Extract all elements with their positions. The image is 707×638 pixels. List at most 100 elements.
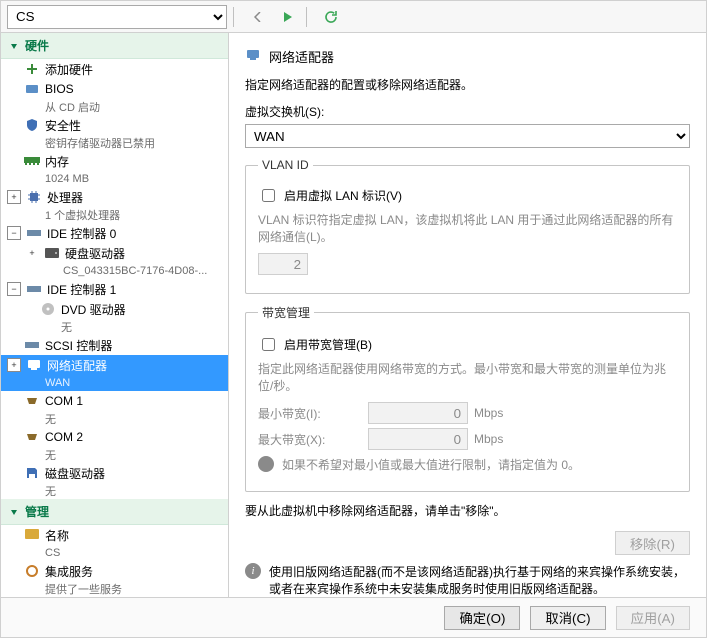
sidebar-item-memory[interactable]: 内存 bbox=[1, 151, 228, 171]
tree-expander-minus[interactable]: − bbox=[7, 282, 21, 296]
dvd-icon bbox=[39, 301, 57, 317]
max-bandwidth-unit: Mbps bbox=[474, 432, 503, 446]
sidebar-item-scsi[interactable]: SCSI 控制器 bbox=[1, 335, 228, 355]
toolbar: CS bbox=[1, 1, 706, 33]
sidebar-item-sub: CS bbox=[1, 545, 228, 561]
vlan-note: VLAN 标识符指定虚拟 LAN，该虚拟机将此 LAN 用于通过此网络适配器的所… bbox=[258, 211, 677, 245]
sidebar-item-label: 磁盘驱动器 bbox=[45, 465, 105, 482]
vm-selector[interactable]: CS bbox=[7, 5, 227, 29]
min-bandwidth-input[interactable] bbox=[368, 402, 468, 424]
sidebar-item-com1[interactable]: COM 1 bbox=[1, 391, 228, 411]
sidebar-item-floppy[interactable]: 磁盘驱动器 bbox=[1, 463, 228, 483]
sidebar-item-com2[interactable]: COM 2 bbox=[1, 427, 228, 447]
section-management[interactable]: 管理 bbox=[1, 499, 228, 525]
floppy-icon bbox=[23, 465, 41, 481]
sidebar-item-label: COM 1 bbox=[45, 394, 83, 408]
sidebar-item-label: SCSI 控制器 bbox=[45, 337, 112, 354]
sidebar-item-ide0[interactable]: − IDE 控制器 0 bbox=[1, 223, 228, 243]
section-expand-icon bbox=[9, 41, 19, 51]
vlan-enable-label: 启用虚拟 LAN 标识(V) bbox=[284, 187, 402, 204]
sidebar-item-label: COM 2 bbox=[45, 430, 83, 444]
min-bandwidth-unit: Mbps bbox=[474, 406, 503, 420]
vlan-enable-checkbox[interactable] bbox=[262, 189, 275, 202]
panel-description: 指定网络适配器的配置或移除网络适配器。 bbox=[245, 76, 690, 93]
add-hardware-icon bbox=[23, 61, 41, 77]
sidebar-item-label: IDE 控制器 0 bbox=[47, 225, 116, 242]
dialog-footer: 确定(O) 取消(C) 应用(A) bbox=[1, 597, 706, 637]
controller-icon bbox=[25, 225, 43, 241]
refresh-icon bbox=[324, 10, 338, 24]
panel-title: 网络适配器 bbox=[245, 47, 690, 66]
sidebar-item-label: 网络适配器 bbox=[47, 357, 107, 374]
panel-network-adapter: 网络适配器 指定网络适配器的配置或移除网络适配器。 虚拟交换机(S): WAN … bbox=[229, 33, 706, 597]
tree-expander-plus[interactable]: + bbox=[7, 358, 21, 372]
sidebar[interactable]: 硬件 添加硬件 BIOS 从 CD 启动 bbox=[1, 33, 229, 597]
settings-window: CS 硬件 添加硬件 bbox=[0, 0, 707, 638]
com-port-icon bbox=[23, 393, 41, 409]
ok-button[interactable]: 确定(O) bbox=[444, 606, 520, 630]
controller-icon bbox=[23, 337, 41, 353]
tree-expander-minus[interactable]: − bbox=[7, 226, 21, 240]
section-header-label: 硬件 bbox=[25, 37, 49, 54]
sidebar-item-network-adapter[interactable]: + 网络适配器 bbox=[1, 355, 228, 375]
min-bandwidth-label: 最小带宽(I): bbox=[258, 405, 368, 422]
forward-button[interactable] bbox=[276, 5, 300, 29]
com-port-icon bbox=[23, 429, 41, 445]
sidebar-item-sub: 无 bbox=[1, 411, 228, 427]
remove-button[interactable]: 移除(R) bbox=[615, 531, 690, 555]
sidebar-item-sub: 密钥存储驱动器已禁用 bbox=[1, 135, 228, 151]
sidebar-item-label: 添加硬件 bbox=[45, 61, 93, 78]
sidebar-item-label: IDE 控制器 1 bbox=[47, 281, 116, 298]
controller-icon bbox=[25, 281, 43, 297]
max-bandwidth-input[interactable] bbox=[368, 428, 468, 450]
sidebar-item-sub: 提供了一些服务 bbox=[1, 581, 228, 597]
remove-description: 要从此虚拟机中移除网络适配器，请单击"移除"。 bbox=[245, 502, 690, 519]
sidebar-item-hdd[interactable]: + 硬盘驱动器 bbox=[1, 243, 228, 263]
sidebar-item-dvd[interactable]: DVD 驱动器 bbox=[1, 299, 228, 319]
nic-icon bbox=[245, 47, 261, 66]
bandwidth-enable-label: 启用带宽管理(B) bbox=[284, 336, 372, 353]
legacy-info-text: 使用旧版网络适配器(而不是该网络适配器)执行基于网络的来宾操作系统安装，或者在来… bbox=[269, 563, 690, 597]
nic-icon bbox=[25, 357, 43, 373]
main-body: 硬件 添加硬件 BIOS 从 CD 启动 bbox=[1, 33, 706, 597]
sidebar-item-ide1[interactable]: − IDE 控制器 1 bbox=[1, 279, 228, 299]
sidebar-item-sub: CS_043315BC-7176-4D08-... bbox=[1, 263, 228, 279]
bandwidth-info-text: 如果不希望对最小值或最大值进行限制，请指定值为 0。 bbox=[282, 456, 580, 473]
panel-title-text: 网络适配器 bbox=[269, 47, 334, 66]
sidebar-item-label: DVD 驱动器 bbox=[61, 301, 126, 318]
sidebar-item-security[interactable]: 安全性 bbox=[1, 115, 228, 135]
sidebar-item-cpu[interactable]: + 处理器 bbox=[1, 187, 228, 207]
cancel-button[interactable]: 取消(C) bbox=[530, 606, 605, 630]
memory-icon bbox=[23, 153, 41, 169]
sidebar-item-sub: 1024 MB bbox=[1, 171, 228, 187]
sidebar-item-vm-name[interactable]: 名称 bbox=[1, 525, 228, 545]
sidebar-item-bios[interactable]: BIOS bbox=[1, 79, 228, 99]
sidebar-item-label: 名称 bbox=[45, 527, 69, 544]
group-bandwidth-legend: 带宽管理 bbox=[258, 304, 314, 321]
info-icon: i bbox=[258, 456, 274, 472]
sidebar-item-sub: 从 CD 启动 bbox=[1, 99, 228, 115]
back-button[interactable] bbox=[246, 5, 270, 29]
shield-icon bbox=[23, 117, 41, 133]
sidebar-item-sub: WAN bbox=[1, 375, 228, 391]
apply-button[interactable]: 应用(A) bbox=[616, 606, 690, 630]
virtual-switch-select[interactable]: WAN bbox=[245, 124, 690, 148]
refresh-button[interactable] bbox=[319, 5, 343, 29]
info-icon: i bbox=[245, 563, 261, 579]
sidebar-item-label: 集成服务 bbox=[45, 563, 93, 580]
hdd-icon bbox=[43, 245, 61, 261]
group-vlan: VLAN ID 启用虚拟 LAN 标识(V) VLAN 标识符指定虚拟 LAN，… bbox=[245, 158, 690, 294]
sidebar-item-sub: 无 bbox=[1, 483, 228, 499]
sidebar-item-add-hardware[interactable]: 添加硬件 bbox=[1, 59, 228, 79]
bandwidth-enable-checkbox[interactable] bbox=[262, 338, 275, 351]
sidebar-item-label: 安全性 bbox=[45, 117, 81, 134]
chevron-left-icon bbox=[253, 12, 263, 22]
section-hardware[interactable]: 硬件 bbox=[1, 33, 228, 59]
tree-expander-plus[interactable]: + bbox=[7, 190, 21, 204]
services-icon bbox=[23, 563, 41, 579]
tree-expander-plus[interactable]: + bbox=[25, 246, 39, 260]
sidebar-item-label: BIOS bbox=[45, 82, 74, 96]
sidebar-item-label: 处理器 bbox=[47, 189, 83, 206]
vlan-id-input[interactable] bbox=[258, 253, 308, 275]
sidebar-item-integration[interactable]: 集成服务 bbox=[1, 561, 228, 581]
